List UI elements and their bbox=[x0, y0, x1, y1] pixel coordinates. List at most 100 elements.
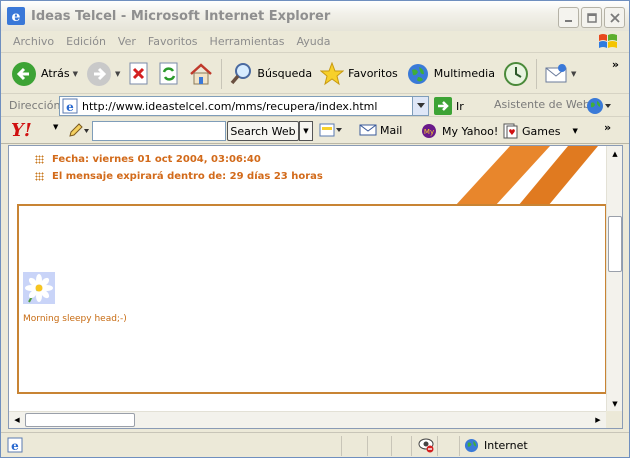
minimize-button[interactable] bbox=[558, 7, 579, 28]
toolbar-separator bbox=[535, 58, 537, 89]
yahoo-logo[interactable]: Y! bbox=[11, 120, 32, 141]
envelope-icon bbox=[545, 63, 567, 82]
menu-bar: Archivo Edición Ver Favoritos Herramient… bbox=[1, 31, 629, 53]
yahoo-mail-button[interactable]: Mail bbox=[359, 123, 402, 137]
scroll-down-button[interactable]: ▼ bbox=[607, 396, 622, 412]
title-bar[interactable]: e Ideas Telcel - Microsoft Internet Expl… bbox=[1, 1, 629, 31]
svg-text:e: e bbox=[12, 9, 21, 25]
window-title: Ideas Telcel - Microsoft Internet Explor… bbox=[31, 8, 331, 24]
scrollbar-corner bbox=[606, 411, 622, 428]
message-box: Morning sleepy head;-) bbox=[17, 204, 607, 394]
home-button[interactable] bbox=[184, 57, 218, 91]
chevron-down-icon bbox=[416, 103, 425, 108]
menu-archivo[interactable]: Archivo bbox=[7, 35, 60, 48]
star-icon bbox=[320, 61, 345, 85]
toolbar-separator bbox=[221, 58, 223, 89]
standard-toolbar: Atrás ▼ ▼ Búsqueda Favoritos Multimedia … bbox=[1, 54, 629, 94]
chevron-down-icon[interactable]: ▼ bbox=[572, 127, 577, 135]
scroll-up-button[interactable]: ▲ bbox=[607, 146, 622, 162]
svg-text:e: e bbox=[11, 439, 19, 453]
address-dropdown-button[interactable] bbox=[412, 97, 428, 115]
ie-icon: e bbox=[7, 7, 25, 25]
chevron-down-icon[interactable]: ▼ bbox=[571, 70, 576, 78]
forward-button[interactable]: ▼ bbox=[82, 57, 124, 91]
arrow-down-icon: ▼ bbox=[612, 400, 618, 408]
refresh-button[interactable] bbox=[154, 57, 184, 91]
vertical-scroll-thumb[interactable] bbox=[608, 216, 622, 272]
toolbar-overflow-icon[interactable]: » bbox=[612, 58, 619, 71]
address-label: Dirección bbox=[9, 99, 61, 112]
media-button[interactable]: Multimedia bbox=[402, 57, 499, 91]
yahoo-search-input[interactable] bbox=[92, 121, 226, 141]
address-url: http://www.ideastelcel.com/mms/recupera/… bbox=[82, 99, 378, 113]
decorative-stripes bbox=[455, 146, 598, 206]
games-label: Games bbox=[522, 124, 561, 138]
back-label: Atrás bbox=[41, 67, 70, 80]
grid-bullet-icon bbox=[35, 172, 44, 181]
highlight-button[interactable] bbox=[319, 122, 345, 138]
back-arrow-icon bbox=[12, 61, 36, 86]
globe-icon[interactable] bbox=[586, 97, 612, 115]
chevron-down-icon[interactable]: ▼ bbox=[73, 70, 78, 78]
maximize-button[interactable] bbox=[581, 7, 602, 28]
close-icon bbox=[609, 12, 620, 23]
refresh-icon bbox=[159, 62, 178, 84]
my-yahoo-icon: My bbox=[422, 124, 436, 138]
menu-edicion[interactable]: Edición bbox=[60, 35, 112, 48]
horizontal-scroll-thumb[interactable] bbox=[25, 413, 135, 427]
menu-favoritos[interactable]: Favoritos bbox=[142, 35, 204, 48]
scroll-left-button[interactable]: ◀ bbox=[9, 412, 25, 428]
toolbar-overflow-icon[interactable]: » bbox=[604, 121, 611, 134]
arrow-up-icon: ▲ bbox=[612, 150, 618, 158]
privacy-icon[interactable] bbox=[417, 437, 435, 453]
history-icon bbox=[503, 61, 528, 86]
menu-ver[interactable]: Ver bbox=[112, 35, 142, 48]
my-yahoo-label: My Yahoo! bbox=[442, 124, 499, 138]
menu-ayuda[interactable]: Ayuda bbox=[290, 35, 336, 48]
search-web-button[interactable]: Search Web bbox=[227, 121, 299, 141]
arrow-right-icon: ▶ bbox=[595, 416, 601, 424]
vertical-scrollbar[interactable]: ▲ ▼ bbox=[606, 146, 622, 412]
grid-bullet-icon bbox=[35, 155, 44, 164]
globe-icon bbox=[464, 438, 479, 453]
expiry-text: El mensaje expirará dentro de: 29 días 2… bbox=[52, 171, 323, 182]
chevron-down-icon[interactable]: ▼ bbox=[115, 70, 120, 78]
web-assistant-label[interactable]: Asistente de Web bbox=[494, 98, 590, 111]
history-button[interactable] bbox=[499, 57, 533, 91]
horizontal-scrollbar[interactable]: ◀ ▶ bbox=[9, 411, 606, 428]
pencil-button[interactable] bbox=[67, 121, 89, 139]
search-options-dropdown[interactable]: ▼ bbox=[299, 121, 313, 141]
menu-herramientas[interactable]: Herramientas bbox=[204, 35, 291, 48]
security-zone[interactable]: Internet bbox=[464, 438, 528, 453]
back-button[interactable]: Atrás ▼ bbox=[7, 57, 82, 91]
search-label: Búsqueda bbox=[257, 67, 313, 80]
status-divider bbox=[367, 436, 368, 456]
my-yahoo-button[interactable]: My My Yahoo! bbox=[421, 123, 498, 139]
pencil-icon bbox=[69, 123, 89, 137]
minimize-icon bbox=[564, 19, 572, 22]
address-input[interactable]: e http://www.ideastelcel.com/mms/recuper… bbox=[59, 96, 429, 116]
stop-button[interactable] bbox=[124, 57, 154, 91]
scroll-right-button[interactable]: ▶ bbox=[590, 412, 606, 428]
zone-label: Internet bbox=[484, 439, 528, 452]
mail-label: Mail bbox=[380, 123, 403, 137]
flower-image[interactable] bbox=[23, 272, 55, 304]
page-status-icon: e bbox=[7, 437, 23, 453]
mail-button[interactable]: ▼ bbox=[540, 57, 580, 91]
games-button[interactable]: ♥ Games ▼ bbox=[502, 123, 578, 139]
message-text: Morning sleepy head;-) bbox=[23, 314, 127, 324]
window-controls bbox=[558, 7, 625, 28]
favorites-label: Favoritos bbox=[348, 67, 398, 80]
status-bar: e Internet bbox=[1, 432, 629, 457]
go-button[interactable]: Ir bbox=[434, 97, 464, 115]
windows-logo-icon bbox=[599, 34, 617, 48]
favorites-button[interactable]: Favoritos bbox=[316, 57, 402, 91]
close-button[interactable] bbox=[604, 7, 625, 28]
status-divider bbox=[437, 436, 438, 456]
status-divider bbox=[391, 436, 392, 456]
cards-icon: ♥ bbox=[503, 123, 518, 139]
search-button[interactable]: Búsqueda bbox=[225, 57, 316, 91]
chevron-down-icon[interactable]: ▼ bbox=[53, 123, 58, 131]
arrow-left-icon: ◀ bbox=[14, 416, 20, 424]
date-text: Fecha: viernes 01 oct 2004, 03:06:40 bbox=[52, 154, 261, 165]
